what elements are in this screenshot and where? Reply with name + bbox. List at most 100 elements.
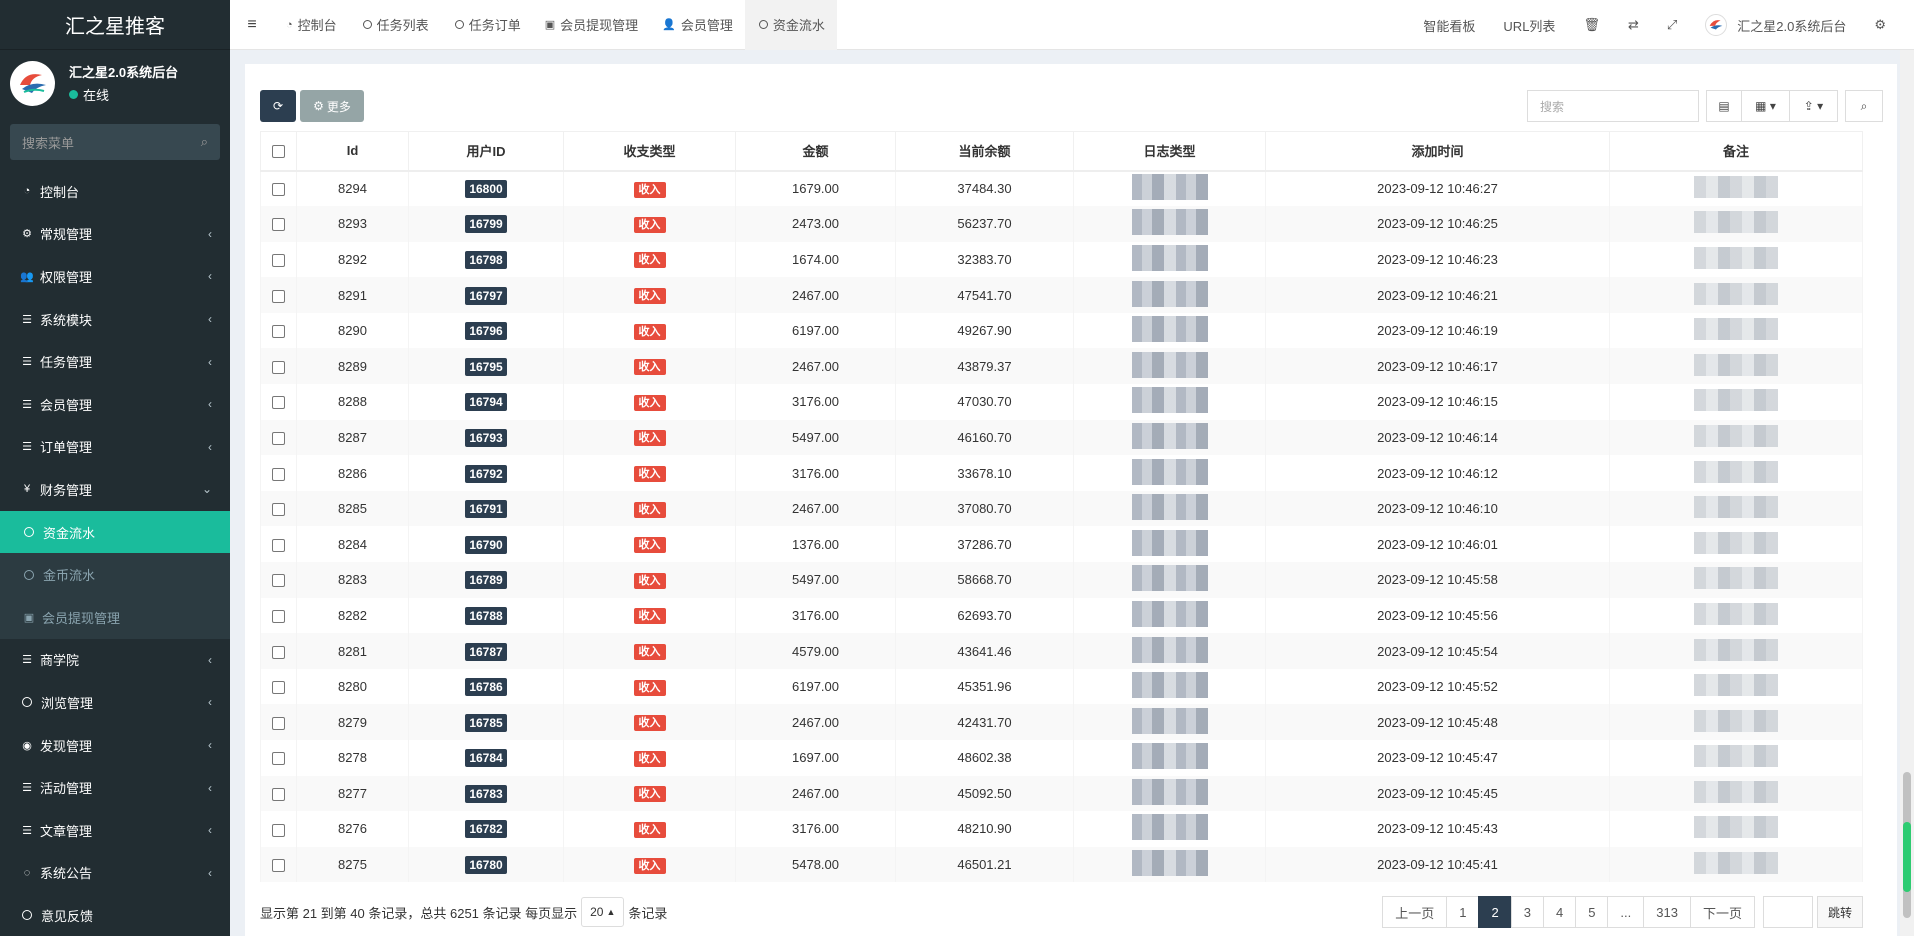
row-checkbox[interactable]: [272, 360, 285, 374]
sidebar-item-4[interactable]: ☰ 任务管理 ‹: [0, 340, 230, 383]
app-logo[interactable]: 汇之星推客: [0, 0, 230, 50]
table-row[interactable]: 8289 16795 收入 2467.00 43879.37 2023-09-12 10:…: [260, 348, 1863, 385]
row-checkbox-cell[interactable]: [260, 241, 297, 278]
page-button[interactable]: 5: [1575, 896, 1609, 928]
row-checkbox[interactable]: [272, 396, 285, 410]
row-checkbox[interactable]: [272, 574, 285, 588]
user-id-badge[interactable]: 16782: [465, 820, 507, 839]
sidebar-item-10[interactable]: ▣ 会员提现管理: [0, 595, 230, 639]
user-id-badge[interactable]: 16785: [465, 713, 507, 732]
user-id-badge[interactable]: 16792: [465, 464, 507, 483]
row-checkbox-cell[interactable]: [260, 312, 297, 349]
jump-button[interactable]: 跳转: [1816, 896, 1863, 928]
table-row[interactable]: 8276 16782 收入 3176.00 48210.90 2023-09-12 10:…: [260, 811, 1863, 847]
sidebar-item-3[interactable]: ☰ 系统模块 ‹: [0, 298, 230, 341]
table-row[interactable]: 8284 16790 收入 1376.00 37286.70 2023-09-12 10:…: [260, 526, 1863, 563]
table-row[interactable]: 8288 16794 收入 3176.00 47030.70 2023-09-12 10:…: [260, 384, 1863, 420]
sidebar-item-15[interactable]: ☰ 文章管理 ‹: [0, 809, 230, 852]
row-checkbox-cell[interactable]: [260, 419, 297, 456]
row-checkbox[interactable]: [272, 859, 285, 873]
row-checkbox[interactable]: [272, 183, 285, 197]
row-checkbox-cell[interactable]: [260, 633, 297, 669]
row-checkbox-cell[interactable]: [260, 348, 297, 385]
user-id-badge[interactable]: 16794: [465, 393, 507, 412]
row-checkbox-cell[interactable]: [260, 277, 297, 313]
table-row[interactable]: 8283 16789 收入 5497.00 58668.70 2023-09-12 10:…: [260, 562, 1863, 598]
row-checkbox-cell[interactable]: [260, 740, 297, 776]
select-all-checkbox[interactable]: [272, 145, 285, 159]
row-checkbox-cell[interactable]: [260, 170, 297, 207]
sidebar-item-11[interactable]: ☰ 商学院 ‹: [0, 639, 230, 682]
row-checkbox-cell[interactable]: [260, 846, 297, 883]
table-row[interactable]: 8281 16787 收入 4579.00 43641.46 2023-09-12 10:…: [260, 633, 1863, 669]
sidebar-item-14[interactable]: ☰ 活动管理 ‹: [0, 766, 230, 809]
row-checkbox[interactable]: [272, 681, 285, 695]
next-page-button[interactable]: 下一页: [1689, 896, 1755, 928]
table-search-input[interactable]: 搜索: [1527, 90, 1699, 122]
page-button[interactable]: ...: [1607, 896, 1645, 928]
user-id-badge[interactable]: 16786: [465, 678, 507, 697]
page-button[interactable]: 3: [1510, 896, 1544, 928]
user-id-badge[interactable]: 16799: [465, 215, 507, 234]
table-row[interactable]: 8292 16798 收入 1674.00 32383.70 2023-09-12 10:…: [260, 241, 1863, 278]
sidebar-search-input[interactable]: 搜索菜单 ⌕: [10, 124, 220, 160]
table-row[interactable]: 8287 16793 收入 5497.00 46160.70 2023-09-12 10:…: [260, 419, 1863, 456]
user-id-badge[interactable]: 16783: [465, 784, 507, 803]
user-id-badge[interactable]: 16784: [465, 749, 507, 768]
col-header-time[interactable]: 添加时间: [1265, 131, 1610, 172]
sidebar-item-5[interactable]: ☰ 会员管理 ‹: [0, 383, 230, 426]
prev-page-button[interactable]: 上一页: [1382, 896, 1448, 928]
table-row[interactable]: 8282 16788 收入 3176.00 62693.70 2023-09-12 10:…: [260, 597, 1863, 634]
row-checkbox[interactable]: [272, 431, 285, 445]
col-header-remark[interactable]: 备注: [1609, 131, 1863, 172]
sidebar-item-8[interactable]: 资金流水: [0, 510, 230, 554]
refresh-button[interactable]: ⟳: [260, 90, 296, 122]
col-header-log-type[interactable]: 日志类型: [1073, 131, 1266, 172]
page-scrollbar[interactable]: [1900, 50, 1914, 936]
jump-page-input[interactable]: [1762, 896, 1813, 928]
col-header-id[interactable]: Id: [296, 131, 409, 172]
col-header-amount[interactable]: 金额: [735, 131, 896, 172]
sidebar-item-0[interactable]: ◔ 控制台: [0, 170, 230, 213]
col-header-type[interactable]: 收支类型: [563, 131, 736, 172]
row-checkbox-cell[interactable]: [260, 562, 297, 598]
tab-5[interactable]: 资金流水: [744, 0, 837, 50]
table-row[interactable]: 8275 16780 收入 5478.00 46501.21 2023-09-12 10:…: [260, 846, 1863, 883]
table-row[interactable]: 8285 16791 收入 2467.00 37080.70 2023-09-12 10:…: [260, 490, 1863, 527]
page-size-select[interactable]: 20 ▲: [581, 897, 625, 927]
sidebar-item-13[interactable]: ◉ 发现管理 ‹: [0, 724, 230, 767]
more-button[interactable]: ⚙ 更多: [300, 90, 364, 122]
row-checkbox[interactable]: [272, 609, 285, 623]
row-checkbox-cell[interactable]: [260, 455, 297, 491]
row-checkbox-cell[interactable]: [260, 384, 297, 420]
row-checkbox-cell[interactable]: [260, 206, 297, 242]
page-button[interactable]: 2: [1478, 896, 1512, 928]
user-id-badge[interactable]: 16780: [465, 856, 507, 875]
tab-2[interactable]: 任务订单: [441, 0, 533, 50]
row-checkbox-cell[interactable]: [260, 597, 297, 634]
row-checkbox[interactable]: [272, 289, 285, 303]
sidebar-item-9[interactable]: 金币流水: [0, 553, 230, 596]
row-checkbox[interactable]: [272, 325, 285, 339]
row-checkbox[interactable]: [272, 254, 285, 268]
user-id-badge[interactable]: 16796: [465, 322, 507, 341]
user-id-badge[interactable]: 16787: [465, 642, 507, 661]
row-checkbox[interactable]: [272, 823, 285, 837]
dashboard-link[interactable]: 智能看板: [1409, 0, 1489, 50]
user-id-badge[interactable]: 16788: [465, 606, 507, 625]
sidebar-item-16[interactable]: ◌ 系统公告 ‹: [0, 852, 230, 895]
user-id-badge[interactable]: 16800: [465, 180, 507, 199]
advanced-search-button[interactable]: ⌕: [1845, 90, 1883, 122]
tab-3[interactable]: ▣ 会员提现管理: [533, 0, 650, 50]
row-checkbox[interactable]: [272, 752, 285, 766]
admin-profile[interactable]: 汇之星2.0系统后台: [1691, 0, 1860, 50]
tab-0[interactable]: ◔ 控制台: [274, 0, 349, 50]
col-header-balance[interactable]: 当前余额: [895, 131, 1074, 172]
user-id-badge[interactable]: 16798: [465, 250, 507, 269]
row-checkbox[interactable]: [272, 538, 285, 552]
toggle-view-button[interactable]: ▤: [1706, 90, 1742, 122]
user-id-badge[interactable]: 16797: [465, 286, 507, 305]
row-checkbox-cell[interactable]: [260, 775, 297, 812]
language-icon[interactable]: ⇄: [1614, 0, 1653, 50]
page-button[interactable]: 4: [1542, 896, 1577, 928]
